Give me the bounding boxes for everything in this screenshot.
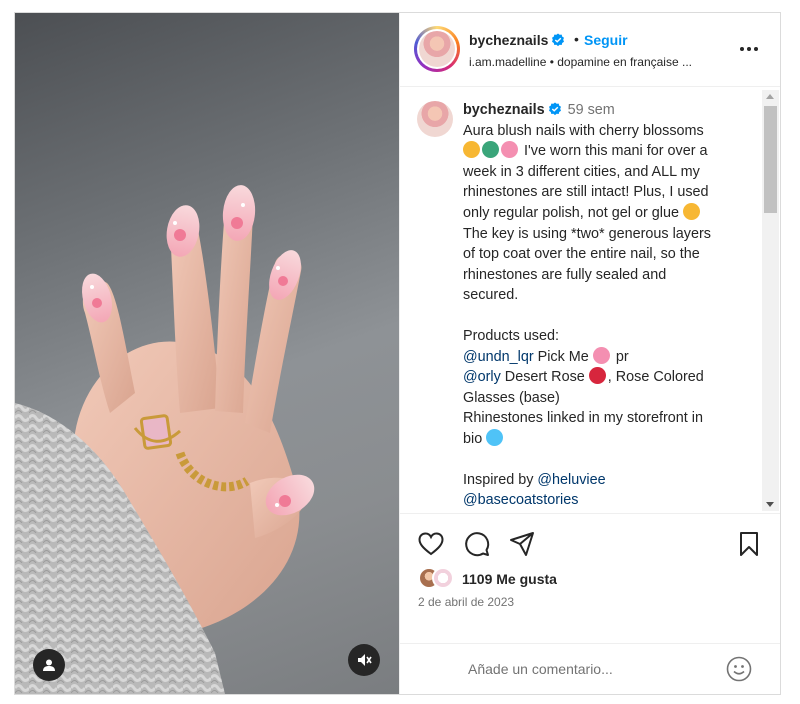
- mention-link[interactable]: @undn_lqr: [463, 349, 534, 365]
- story-ring[interactable]: [414, 26, 460, 72]
- product-text: pr: [615, 348, 629, 365]
- user-tag-button[interactable]: [33, 649, 65, 681]
- heart-emoji-icon: [588, 367, 606, 385]
- mention-link[interactable]: @basecoatstories: [463, 492, 578, 508]
- muted-speaker-icon: [358, 654, 372, 666]
- nails-photo: [15, 185, 315, 694]
- share-icon[interactable]: [508, 530, 536, 558]
- heart-eyes-emoji-icon: [683, 202, 700, 220]
- scroll-thumb[interactable]: [764, 106, 777, 213]
- caption-line: week in 3 different cities, and ALL my: [463, 163, 700, 180]
- more-options-icon[interactable]: [734, 39, 764, 59]
- rhinestones-text: bio: [463, 430, 483, 447]
- add-comment-bar: [400, 643, 780, 694]
- rhinestones-text: Rhinestones linked in my storefront in: [463, 410, 703, 427]
- caption-area: bycheznails 59 sem Aura blush nails with …: [400, 88, 780, 513]
- product-text: Desert Rose: [504, 369, 585, 386]
- caption-line: secured.: [463, 287, 519, 304]
- product-text: , Rose Colored: [607, 369, 704, 386]
- mention-link[interactable]: @orly: [463, 369, 501, 385]
- caption-username[interactable]: bycheznails: [463, 102, 545, 118]
- header-username[interactable]: bycheznails: [469, 32, 565, 48]
- post-actions: 1109 Me gusta 2 de abril de 2023: [400, 513, 780, 643]
- comment-input[interactable]: [468, 658, 718, 680]
- cherry-blossom-emoji-icon: [592, 346, 610, 364]
- caption-line: Aura blush nails with cherry blossoms: [463, 122, 704, 139]
- emoji-icon[interactable]: [726, 656, 752, 682]
- scroll-up-icon[interactable]: [766, 94, 774, 99]
- caption-line: I've worn this mani for over a: [524, 143, 708, 160]
- likes-count[interactable]: 1109 Me gusta: [462, 571, 557, 587]
- post-dialog: bycheznails • Seguir i.am.madelline • do…: [14, 12, 781, 695]
- caption-line: The key is using *two* generous layers: [463, 225, 711, 242]
- product-text: Pick Me: [537, 348, 589, 365]
- avatar[interactable]: [432, 567, 454, 589]
- verified-badge-icon: [552, 33, 565, 47]
- products-title: Products used:: [463, 327, 559, 344]
- caption-text: bycheznails 59 sem Aura blush nails with …: [463, 100, 753, 511]
- mention-link[interactable]: @heluviee: [537, 472, 605, 488]
- product-text: Glasses (base): [463, 389, 560, 406]
- mute-button[interactable]: [348, 644, 380, 676]
- user-tag-icon: [43, 659, 55, 671]
- caption-line: rhinestones are still intact! Plus, I us…: [463, 184, 709, 201]
- cherry-emoji-icon: [482, 141, 499, 159]
- audio-subtitle[interactable]: i.am.madelline • dopamine en française .…: [469, 55, 692, 69]
- avatar[interactable]: [419, 31, 455, 67]
- post-media[interactable]: [15, 13, 399, 694]
- comment-icon[interactable]: [463, 530, 491, 558]
- bookmark-icon[interactable]: [735, 530, 763, 558]
- header-separator: •: [574, 31, 579, 47]
- post-header: bycheznails • Seguir i.am.madelline • do…: [400, 13, 780, 87]
- verified-badge-icon: [548, 102, 561, 116]
- caption-line: rhinestones are fully sealed and: [463, 266, 667, 283]
- caption-avatar[interactable]: [417, 101, 453, 137]
- post-date[interactable]: 2 de abril de 2023: [418, 595, 514, 609]
- smiling-hearts-emoji-icon: [463, 141, 480, 159]
- caption-line: only regular polish, not gel or glue: [463, 204, 679, 221]
- caption-scrollbar[interactable]: [762, 90, 779, 511]
- heart-icon[interactable]: [417, 530, 445, 558]
- scroll-down-icon[interactable]: [766, 502, 774, 507]
- gem-emoji-icon: [486, 428, 504, 446]
- follow-button[interactable]: Seguir: [584, 32, 628, 48]
- inspired-text: Inspired by: [463, 471, 534, 488]
- caption-line: of top coat over the entire nail, so the: [463, 246, 700, 263]
- caption-time[interactable]: 59 sem: [568, 102, 615, 118]
- post-sidebar: bycheznails • Seguir i.am.madelline • do…: [399, 13, 780, 694]
- cherry-blossom-emoji-icon: [501, 141, 518, 159]
